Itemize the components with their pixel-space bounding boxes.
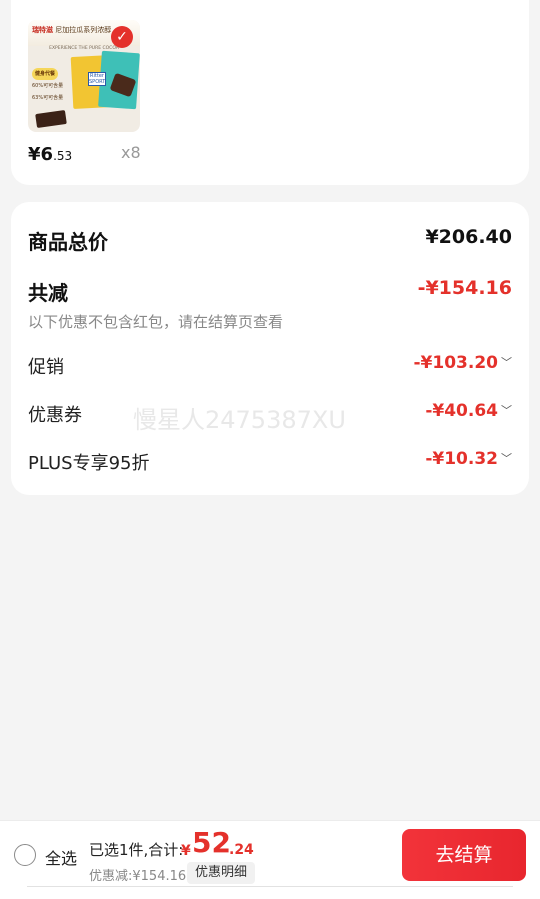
discount-label: 优惠券 bbox=[28, 405, 82, 426]
selected-count-text: 已选1件,合计: bbox=[89, 841, 184, 859]
discount-amount: -¥10.32 bbox=[425, 449, 498, 469]
chevron-down-icon[interactable]: ﹀ bbox=[501, 450, 512, 466]
discount-value: -¥103.20 ﹀ bbox=[414, 353, 513, 373]
chevron-down-icon[interactable]: ﹀ bbox=[501, 402, 512, 418]
product-image-title: 尼加拉瓜系列浓醇 bbox=[55, 26, 112, 34]
discount-value: -¥10.32 ﹀ bbox=[425, 449, 512, 469]
price-int: 6 bbox=[40, 144, 54, 165]
check-icon[interactable]: ✓ bbox=[111, 26, 133, 48]
reduced-row: 共减 -¥154.16 bbox=[28, 277, 512, 305]
discount-row-promotion[interactable]: 促销 -¥103.20 ﹀ bbox=[28, 353, 512, 379]
total-amount-int: 52 bbox=[192, 826, 231, 859]
select-all-radio[interactable] bbox=[14, 844, 36, 866]
product-card: 瑞特滋 尼加拉瓜系列浓醇 EXPERIENCE THE PURE COCOA 健… bbox=[11, 0, 529, 185]
total-price-label: 商品总价 bbox=[28, 230, 108, 254]
price-dec: .53 bbox=[53, 149, 73, 163]
total-price-row: 商品总价 ¥206.40 bbox=[28, 226, 512, 254]
select-all-label[interactable]: 全选 bbox=[45, 845, 77, 869]
product-image-labels: 健身代餐 60%可可含量 63%可可含量 bbox=[32, 68, 63, 104]
cart-page: 瑞特滋 尼加拉瓜系列浓醇 EXPERIENCE THE PURE COCOA 健… bbox=[0, 0, 540, 899]
discount-amount: -¥103.20 bbox=[413, 353, 499, 373]
price-symbol: ¥ bbox=[28, 144, 41, 165]
product-image-label: 63%可可含量 bbox=[32, 95, 64, 101]
discount-row-plus[interactable]: PLUS专享95折 -¥10.32 ﹀ bbox=[28, 449, 512, 475]
discount-label: 促销 bbox=[28, 357, 64, 378]
chocolate-piece bbox=[35, 109, 67, 129]
discount-value: -¥40.64 ﹀ bbox=[425, 401, 512, 421]
reduced-value: -¥154.16 bbox=[417, 277, 512, 299]
brand-logo: Ritter SPORT bbox=[88, 72, 106, 86]
discount-amount: -¥40.64 bbox=[425, 401, 498, 421]
reduced-label: 共减 bbox=[28, 281, 68, 305]
discount-detail-button[interactable]: 优惠明细 bbox=[187, 862, 256, 884]
product-quantity[interactable]: x8 bbox=[121, 143, 141, 162]
chevron-down-icon[interactable]: ﹀ bbox=[501, 354, 512, 370]
discount-label: PLUS专享95折 bbox=[28, 453, 150, 474]
checkout-bar: 全选 已选1件,合计: ¥ 52 .24 优惠减:¥154.16 优惠明细 去结… bbox=[0, 820, 540, 899]
product-price: ¥6.53 bbox=[28, 144, 72, 165]
bottom-divider bbox=[27, 886, 513, 887]
checkout-button[interactable]: 去结算 bbox=[402, 829, 526, 881]
product-image-brand: 瑞特滋 bbox=[32, 26, 53, 34]
total-price-value: ¥206.40 bbox=[425, 226, 512, 248]
price-summary-card: 商品总价 ¥206.40 共减 -¥154.16 以下优惠不包含红包，请在结算页… bbox=[11, 202, 529, 495]
total-symbol: ¥ bbox=[181, 843, 191, 859]
discount-note: 以下优惠不包含红包，请在结算页查看 bbox=[28, 313, 284, 331]
watermark: 慢星人2475387XU bbox=[133, 406, 346, 434]
product-image-label: 60%可可含量 bbox=[32, 83, 64, 89]
product-image[interactable]: 瑞特滋 尼加拉瓜系列浓醇 EXPERIENCE THE PURE COCOA 健… bbox=[28, 20, 140, 132]
product-image-label: 健身代餐 bbox=[32, 68, 59, 80]
discount-summary: 优惠减:¥154.16 bbox=[89, 869, 187, 884]
total-amount-dec: .24 bbox=[229, 842, 254, 858]
